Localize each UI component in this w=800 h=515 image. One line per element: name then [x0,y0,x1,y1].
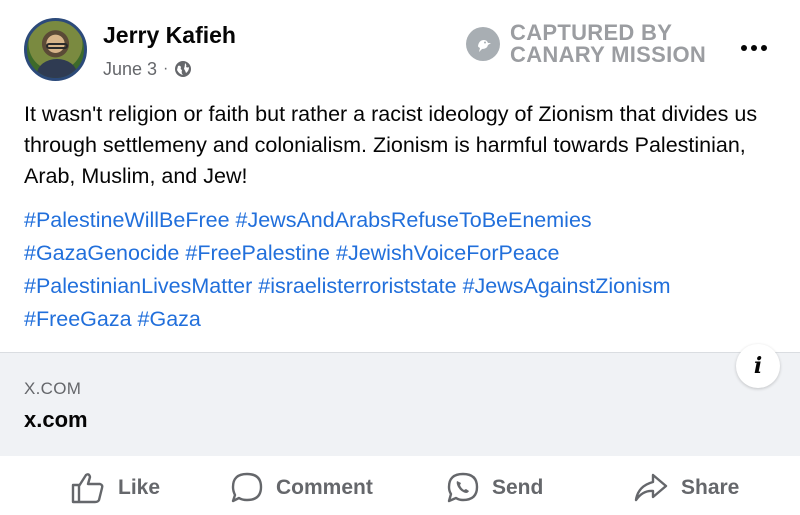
author-name[interactable]: Jerry Kafieh [103,22,236,49]
send-label: Send [492,476,544,499]
share-button[interactable]: Share [633,466,739,510]
share-icon [634,473,668,502]
link-domain: X.COM [24,379,82,398]
like-button[interactable]: Like [70,466,160,510]
avatar[interactable] [24,18,87,81]
link-title[interactable]: x.com [24,407,88,433]
more-dot-icon [741,45,747,51]
hashtag-link[interactable]: #JewsAndArabsRefuseToBeEnemies [236,208,592,232]
more-options-button[interactable] [736,36,772,60]
hashtag-link[interactable]: #GazaGenocide [24,241,179,265]
canary-icon [466,27,500,61]
post-body-text: It wasn't religion or faith but rather a… [24,102,758,188]
comment-label: Comment [276,476,373,499]
hashtag-list: #PalestineWillBeFree #JewsAndArabsRefuse… [24,204,784,336]
watermark-text: CAPTURED BY CANARY MISSION [510,22,706,66]
like-label: Like [118,476,161,499]
avatar-glasses [46,43,68,49]
globe-icon [174,60,192,78]
hashtag-link[interactable]: #JewishVoiceForPeace [336,241,559,265]
send-button[interactable]: Send [446,466,543,510]
watermark-line-1: CAPTURED BY [510,20,673,45]
meta-separator: · [163,60,169,77]
hashtag-link[interactable]: #israelisterroriststate [258,274,456,298]
comment-icon [231,472,263,503]
whatsapp-icon [447,472,479,503]
avatar-body [37,59,77,78]
post-meta: June 3 · [103,58,192,80]
hashtag-link[interactable]: #JewsAgainstZionism [463,274,671,298]
more-dot-icon [751,45,757,51]
post-header: Jerry Kafieh June 3 · CAPTURED BY CANARY… [0,0,800,95]
share-label: Share [681,476,740,499]
post-body: It wasn't religion or faith but rather a… [24,99,784,192]
hashtag-link[interactable]: #Gaza [138,307,201,331]
canary-mission-watermark: CAPTURED BY CANARY MISSION [466,22,706,66]
more-dot-icon [761,45,767,51]
info-icon[interactable]: i [736,344,780,388]
link-preview-card[interactable]: X.COM x.com [0,352,800,456]
hashtag-link[interactable]: #PalestineWillBeFree [24,208,230,232]
watermark-line-2: CANARY MISSION [510,42,707,67]
hashtag-link[interactable]: #FreeGaza [24,307,132,331]
comment-button[interactable]: Comment [230,466,373,510]
post-date[interactable]: June 3 [103,59,157,80]
hashtag-link[interactable]: #PalestinianLivesMatter [24,274,252,298]
hashtag-link[interactable]: #FreePalestine [185,241,330,265]
thumbs-up-icon [71,473,104,504]
